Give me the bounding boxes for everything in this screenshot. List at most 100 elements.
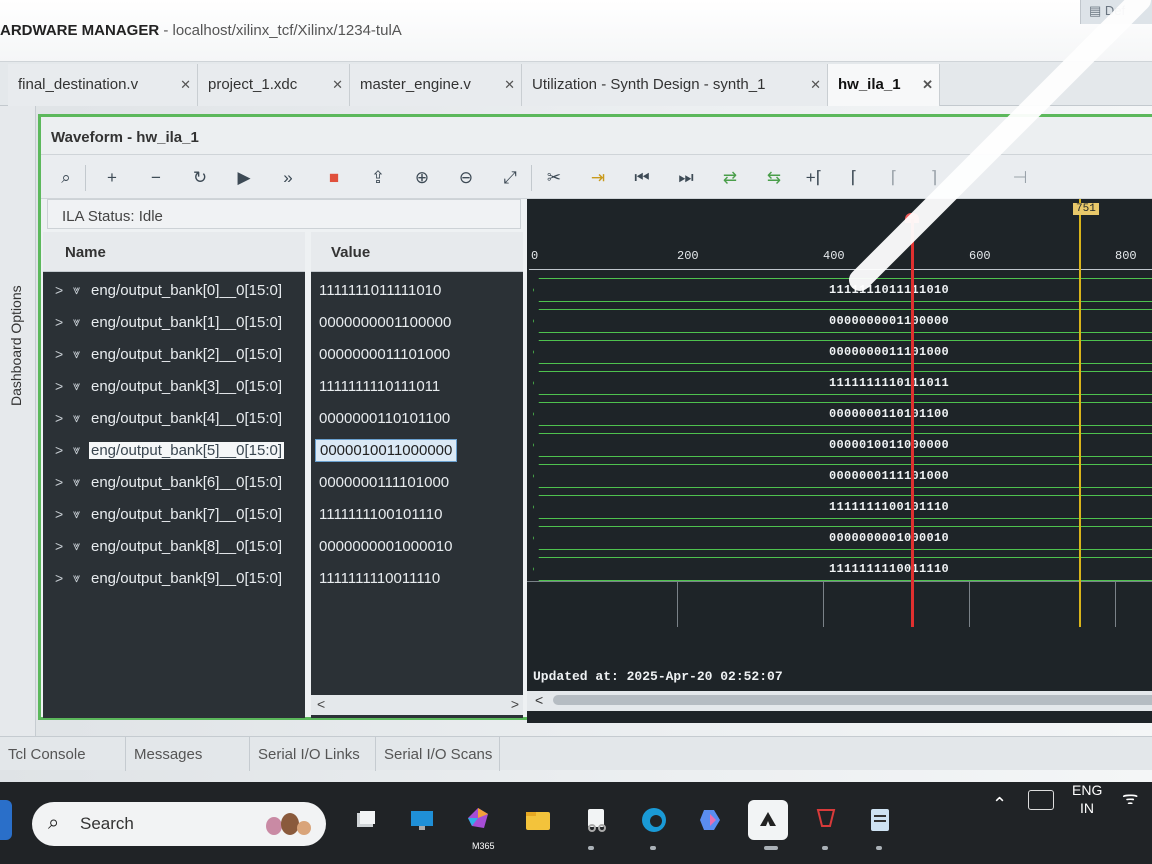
dashboard-options-label[interactable]: Dashboard Options bbox=[8, 285, 24, 406]
signal-value[interactable]: 1111111110111011 bbox=[311, 370, 523, 402]
trigger-marker[interactable] bbox=[911, 219, 914, 627]
signal-value[interactable]: 0000010011000000 bbox=[311, 434, 523, 466]
waveform-trace[interactable]: 0000000110101100 bbox=[529, 400, 1152, 428]
close-icon[interactable]: ✕ bbox=[180, 77, 191, 93]
tab-master-engine[interactable]: master_engine.v ✕ bbox=[350, 64, 522, 106]
waveform-trace[interactable]: 1111111100101110 bbox=[529, 493, 1152, 521]
tab-utilization[interactable]: Utilization - Synth Design - synth_1 ✕ bbox=[522, 64, 828, 106]
chevron-right-icon[interactable]: > bbox=[55, 314, 63, 330]
close-icon[interactable]: ✕ bbox=[922, 77, 933, 93]
edge-icon[interactable] bbox=[634, 800, 674, 840]
remove-icon[interactable]: − bbox=[143, 165, 169, 191]
waveform-trace[interactable]: 1111111110011110 bbox=[529, 555, 1152, 583]
dashboard-options-strip[interactable]: Dashboard Options bbox=[0, 106, 36, 736]
chevron-right-icon[interactable]: > bbox=[55, 378, 63, 394]
tab-project-xdc[interactable]: project_1.xdc ✕ bbox=[198, 64, 350, 106]
folder-icon[interactable] bbox=[518, 800, 558, 840]
signal-row[interactable]: > ⩔ eng/output_bank[0]__0[15:0] bbox=[43, 274, 305, 306]
signal-row[interactable]: > ⩔ eng/output_bank[4]__0[15:0] bbox=[43, 402, 305, 434]
signal-row[interactable]: > ⩔ eng/output_bank[1]__0[15:0] bbox=[43, 306, 305, 338]
chevron-right-icon[interactable]: > bbox=[55, 570, 63, 586]
name-column-header[interactable]: Name bbox=[43, 232, 305, 272]
scroll-right-icon[interactable]: > bbox=[511, 696, 519, 712]
chevron-right-icon[interactable]: > bbox=[55, 506, 63, 522]
signal-name[interactable]: eng/output_bank[3]__0[15:0] bbox=[91, 378, 282, 395]
waveform-canvas[interactable]: 0 200 400 600 800 1111111011111010 000000… bbox=[527, 199, 1152, 723]
next-marker-icon[interactable]: +⌈ bbox=[801, 165, 827, 191]
signal-name[interactable]: eng/output_bank[4]__0[15:0] bbox=[91, 410, 282, 427]
stop-icon[interactable]: ■ bbox=[321, 165, 347, 191]
snap-icon[interactable]: ⊣ bbox=[1007, 165, 1033, 191]
horizontal-scrollbar[interactable]: < bbox=[527, 691, 1152, 711]
zoom-fit-icon[interactable]: ⤢ bbox=[497, 165, 523, 191]
wifi-icon[interactable]: ᯤ bbox=[1122, 786, 1138, 810]
chevron-right-icon[interactable]: > bbox=[55, 442, 63, 458]
signal-name[interactable]: eng/output_bank[2]__0[15:0] bbox=[91, 346, 282, 363]
search-icon[interactable]: ⌕ bbox=[53, 165, 79, 191]
go-to-end-icon[interactable]: ⏭ bbox=[673, 165, 699, 191]
close-icon[interactable]: ✕ bbox=[332, 77, 343, 93]
signal-value[interactable]: 1111111100101110 bbox=[311, 498, 523, 530]
run-trigger-icon[interactable]: ▶ bbox=[231, 165, 257, 191]
signal-name[interactable]: eng/output_bank[1]__0[15:0] bbox=[91, 314, 282, 331]
waveform-trace[interactable]: 0000000111101000 bbox=[529, 462, 1152, 490]
waveform-trace[interactable]: 0000000001000010 bbox=[529, 524, 1152, 552]
cursor-line[interactable] bbox=[1079, 199, 1081, 627]
waveform-trace[interactable]: 1111111011111010 bbox=[529, 276, 1152, 304]
red-app-icon[interactable] bbox=[806, 800, 846, 840]
scroll-left-icon[interactable]: < bbox=[317, 696, 325, 712]
swap-cursors-icon[interactable]: ⌉ bbox=[921, 165, 947, 191]
tab-messages[interactable]: Messages bbox=[126, 737, 250, 771]
start-icon[interactable] bbox=[0, 800, 12, 840]
add-marker-icon[interactable]: ⇄ bbox=[717, 165, 743, 191]
previous-transition-icon[interactable]: ⌈ bbox=[841, 165, 867, 191]
signal-row[interactable]: > ⩔ eng/output_bank[9]__0[15:0] bbox=[43, 562, 305, 594]
value-column-header[interactable]: Value bbox=[311, 232, 523, 272]
signal-name[interactable]: eng/output_bank[6]__0[15:0] bbox=[91, 474, 282, 491]
close-icon[interactable]: ✕ bbox=[810, 77, 821, 93]
chevron-right-icon[interactable]: > bbox=[55, 282, 63, 298]
tab-serial-io-links[interactable]: Serial I/O Links bbox=[250, 737, 376, 771]
signal-name[interactable]: eng/output_bank[7]__0[15:0] bbox=[91, 506, 282, 523]
refresh-icon[interactable]: ↻ bbox=[187, 165, 213, 191]
file-explorer-icon[interactable] bbox=[402, 800, 442, 840]
keyboard-icon[interactable] bbox=[1028, 790, 1054, 810]
signal-value[interactable]: 0000000011101000 bbox=[311, 338, 523, 370]
chevron-right-icon[interactable]: > bbox=[55, 410, 63, 426]
signal-row[interactable]: > ⩔ eng/output_bank[6]__0[15:0] bbox=[43, 466, 305, 498]
notepad-icon[interactable] bbox=[860, 800, 900, 840]
signal-row[interactable]: > ⩔ eng/output_bank[5]__0[15:0] bbox=[43, 434, 305, 466]
waveform-trace[interactable]: 1111111110111011 bbox=[529, 369, 1152, 397]
close-icon[interactable]: ✕ bbox=[504, 77, 515, 93]
m365-icon[interactable]: M365 bbox=[458, 800, 498, 851]
tab-final-destination[interactable]: final_destination.v ✕ bbox=[8, 64, 198, 106]
region-indicator[interactable]: IN bbox=[1080, 800, 1094, 816]
zoom-out-icon[interactable]: ⊖ bbox=[453, 165, 479, 191]
tab-hw-ila-1[interactable]: hw_ila_1 ✕ bbox=[828, 64, 940, 106]
waveform-trace[interactable]: 0000000001100000 bbox=[529, 307, 1152, 335]
vivado-icon[interactable] bbox=[748, 800, 788, 840]
chevron-right-icon[interactable]: > bbox=[55, 346, 63, 362]
previous-marker-icon[interactable]: ⇆ bbox=[761, 165, 787, 191]
go-to-cursor-icon[interactable]: ⇥ bbox=[585, 165, 611, 191]
scroll-thumb[interactable] bbox=[553, 695, 1152, 705]
chevron-up-icon[interactable]: ⌃ bbox=[992, 794, 1007, 815]
default-layout-button[interactable]: ▤ Def bbox=[1080, 0, 1152, 24]
signal-value[interactable]: 0000000111101000 bbox=[311, 466, 523, 498]
export-icon[interactable]: ⇪ bbox=[365, 165, 391, 191]
signal-row[interactable]: > ⩔ eng/output_bank[3]__0[15:0] bbox=[43, 370, 305, 402]
signal-value[interactable]: 0000000001100000 bbox=[311, 306, 523, 338]
desktop-icon[interactable] bbox=[346, 800, 386, 840]
chevron-right-icon[interactable]: > bbox=[55, 474, 63, 490]
copilot-icon[interactable] bbox=[690, 800, 730, 840]
signal-row[interactable]: > ⩔ eng/output_bank[8]__0[15:0] bbox=[43, 530, 305, 562]
search-box[interactable]: ⌕ Search bbox=[32, 802, 326, 846]
list-scrollbar[interactable]: < > bbox=[311, 695, 523, 715]
snipping-tool-icon[interactable] bbox=[576, 800, 616, 840]
chevron-right-icon[interactable]: > bbox=[55, 538, 63, 554]
go-to-start-icon[interactable]: ⏮ bbox=[629, 165, 655, 191]
cut-icon[interactable]: ✂ bbox=[541, 165, 567, 191]
scroll-left-icon[interactable]: < bbox=[535, 692, 543, 708]
language-indicator[interactable]: ENG bbox=[1072, 782, 1102, 798]
tab-serial-io-scans[interactable]: Serial I/O Scans bbox=[376, 737, 500, 771]
